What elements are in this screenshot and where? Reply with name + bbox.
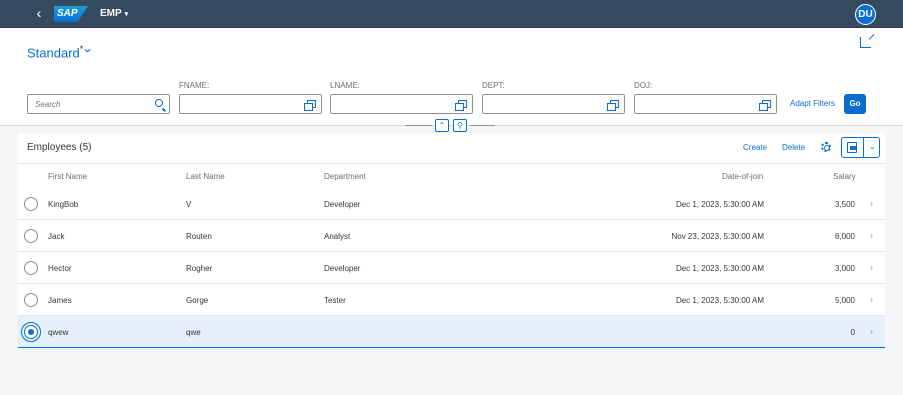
cell-first-name: James	[48, 296, 72, 305]
cell-date-of-join: Dec 1, 2023, 5:30:00 AM	[675, 296, 764, 305]
table-row[interactable]: Jack Routen Analyst Nov 23, 2023, 5:30:0…	[18, 220, 885, 252]
employees-table: Employees (5) Create Delete ⌄ First Name…	[18, 133, 885, 348]
divider	[863, 138, 864, 157]
pin-header-button[interactable]: ⚲	[453, 119, 467, 132]
chevron-down-icon[interactable]: ⌄	[869, 142, 876, 151]
cell-date-of-join: Dec 1, 2023, 5:30:00 AM	[675, 264, 764, 273]
row-select-radio[interactable]	[21, 322, 41, 342]
table-row[interactable]: KingBob V Developer Dec 1, 2023, 5:30:00…	[18, 188, 885, 220]
value-help-icon[interactable]	[455, 100, 467, 111]
chevron-right-icon[interactable]: ›	[870, 326, 873, 336]
filter-label-lname: LNAME:	[330, 81, 360, 90]
cell-last-name: Routen	[186, 232, 212, 241]
cell-last-name: Gorge	[186, 296, 209, 305]
filter-label-doj: DOJ:	[634, 81, 653, 90]
filter-header: Standard* ⌄ Search FNAME: LNAME: DEPT: D…	[0, 28, 903, 132]
col-header-first-name[interactable]: First Name	[48, 172, 87, 181]
col-header-last-name[interactable]: Last Name	[186, 172, 225, 181]
sap-logo[interactable]: SAP	[54, 6, 88, 22]
delete-button[interactable]: Delete	[782, 143, 805, 152]
table-row[interactable]: James Gorge Tester Dec 1, 2023, 5:30:00 …	[18, 284, 885, 316]
cell-salary: 3,500	[834, 200, 855, 209]
go-button[interactable]: Go	[844, 94, 866, 114]
cell-salary: 6,000	[834, 232, 855, 241]
chevron-right-icon[interactable]: ›	[870, 294, 873, 304]
cell-first-name: Hector	[48, 264, 72, 273]
adapt-filters-button[interactable]: Adapt Filters	[790, 99, 835, 108]
cell-department: Tester	[324, 296, 346, 305]
filter-label-fname: FNAME:	[179, 81, 210, 90]
variant-name: Standard	[27, 45, 80, 61]
cell-salary: 5,000	[834, 296, 855, 305]
divider	[470, 125, 495, 126]
share-icon[interactable]	[860, 37, 871, 48]
search-icon[interactable]	[155, 99, 163, 107]
variant-selector[interactable]: Standard*	[27, 44, 83, 60]
cell-salary: 3,000	[834, 264, 855, 273]
cell-department: Developer	[324, 264, 361, 273]
cell-first-name: Jack	[48, 232, 65, 241]
fname-field[interactable]	[179, 94, 322, 114]
value-help-icon[interactable]	[607, 100, 619, 111]
col-header-salary[interactable]: Salary	[833, 172, 856, 181]
value-help-icon[interactable]	[304, 100, 316, 111]
cell-first-name: KingBob	[48, 200, 79, 209]
create-button[interactable]: Create	[743, 143, 767, 152]
caret-down-icon: ▾	[124, 11, 129, 18]
table-header-row: First Name Last Name Department Date-of-…	[18, 163, 885, 189]
row-select-radio[interactable]	[24, 261, 38, 275]
row-select-radio[interactable]	[24, 229, 38, 243]
doj-field[interactable]	[634, 94, 777, 114]
collapse-header-button[interactable]: ⌃	[435, 119, 449, 132]
cell-last-name: V	[186, 200, 192, 209]
chevron-right-icon[interactable]: ›	[870, 262, 873, 272]
user-avatar[interactable]: DU	[855, 4, 876, 25]
col-header-department[interactable]: Department	[324, 172, 366, 181]
calendar-icon[interactable]	[759, 100, 771, 111]
export-button[interactable]: ⌄	[841, 137, 880, 158]
chevron-right-icon[interactable]: ›	[870, 198, 873, 208]
cell-last-name: Rogher	[186, 264, 213, 273]
gear-icon[interactable]	[821, 142, 831, 152]
chevron-right-icon[interactable]: ›	[870, 230, 873, 240]
app-title-menu[interactable]: EMP ▾	[100, 7, 128, 22]
chevron-down-icon[interactable]: ⌄	[81, 42, 94, 55]
cell-last-name: qwe	[186, 328, 201, 337]
cell-date-of-join: Dec 1, 2023, 5:30:00 AM	[675, 200, 764, 209]
search-placeholder: Search	[35, 100, 61, 109]
table-row[interactable]: Hector Rogher Developer Dec 1, 2023, 5:3…	[18, 252, 885, 284]
row-select-radio[interactable]	[24, 293, 38, 307]
app-title: EMP	[100, 8, 122, 19]
lname-field[interactable]	[330, 94, 473, 114]
export-icon[interactable]	[847, 142, 857, 153]
col-header-date-of-join[interactable]: Date-of-join	[722, 172, 763, 181]
cell-department: Analyst	[324, 232, 351, 241]
cell-department: Developer	[324, 200, 361, 209]
search-input[interactable]: Search	[27, 94, 170, 114]
back-arrow-icon[interactable]: ‹	[30, 4, 48, 24]
divider	[405, 125, 432, 126]
row-select-radio[interactable]	[24, 197, 38, 211]
shell-bar: ‹ SAP EMP ▾ DU	[0, 0, 903, 28]
table-title: Employees (5)	[27, 142, 92, 153]
filter-label-dept: DEPT:	[482, 81, 505, 90]
cell-date-of-join: Nov 23, 2023, 5:30:00 AM	[671, 232, 764, 241]
dept-field[interactable]	[482, 94, 625, 114]
table-row[interactable]: qwew qwe 0 ›	[18, 316, 885, 348]
cell-salary: 0	[850, 328, 855, 337]
cell-first-name: qwew	[48, 328, 69, 337]
